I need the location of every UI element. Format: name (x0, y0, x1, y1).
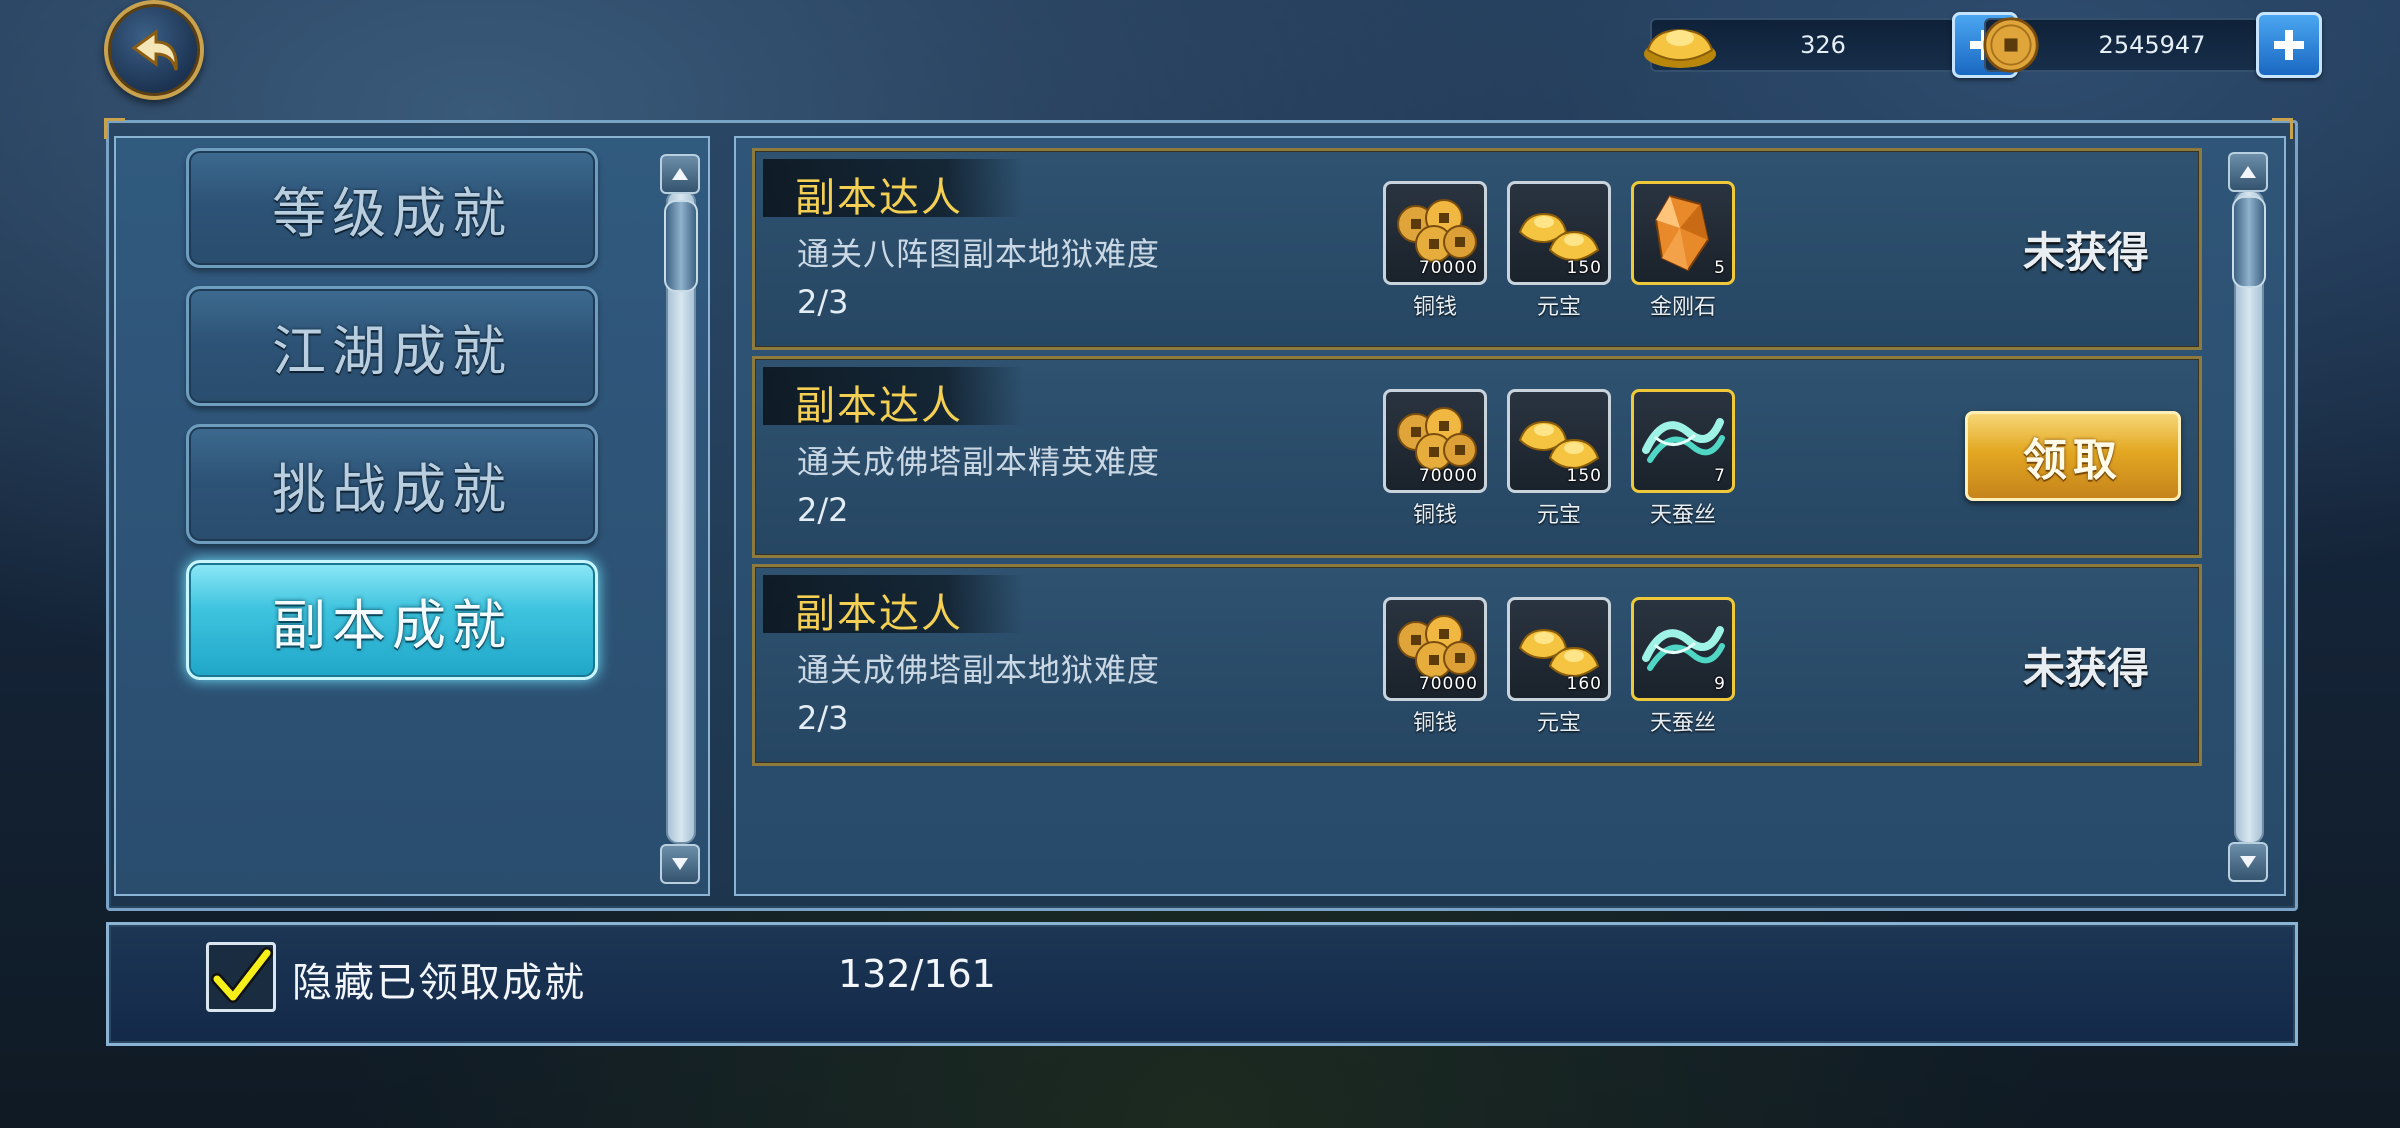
achievement-description: 通关八阵图副本地狱难度 (797, 235, 1161, 273)
reward-quantity: 70000 (1418, 466, 1478, 486)
tab-dungeon-achievements[interactable]: 副本成就 (186, 560, 598, 680)
back-arrow-icon (131, 29, 178, 71)
reward-item[interactable]: 7 天蚕丝 (1631, 389, 1735, 529)
add-coin-button[interactable] (2256, 12, 2322, 78)
list-scrollbar[interactable] (2234, 190, 2264, 844)
reward-quantity: 160 (1566, 674, 1602, 694)
hide-claimed-checkbox[interactable] (206, 942, 276, 1012)
reward-item[interactable]: 9 天蚕丝 (1631, 597, 1735, 737)
arrow-down-icon (2240, 856, 2256, 868)
checkmark-icon (211, 947, 273, 1003)
reward-name: 铜钱 (1412, 711, 1457, 736)
back-button[interactable] (104, 0, 204, 100)
reward-quantity: 70000 (1418, 674, 1478, 694)
reward-name: 元宝 (1536, 295, 1581, 320)
reward-name: 元宝 (1536, 503, 1581, 528)
reward-name: 铜钱 (1412, 295, 1457, 320)
coin-currency: 2545947 (1983, 12, 2322, 78)
reward-quantity: 70000 (1418, 258, 1478, 278)
reward-name: 金刚石 (1649, 295, 1716, 320)
reward-item[interactable]: 70000 铜钱 (1383, 597, 1487, 737)
copper-coin-icon (1983, 17, 2039, 73)
status-not-obtained: 未获得 (2022, 228, 2149, 277)
category-scroll-up-button[interactable] (660, 154, 700, 194)
reward-quantity: 150 (1566, 258, 1602, 278)
reward-item[interactable]: 5 金刚石 (1631, 181, 1735, 321)
achievement-row: 副本达人 通关成佛塔副本地狱难度 2/3 70000 铜钱 160 元宝 9 天… (752, 564, 2202, 766)
reward-name: 铜钱 (1412, 503, 1457, 528)
achievement-progress: 2/3 (797, 283, 849, 321)
tab-jianghu-achievements[interactable]: 江湖成就 (186, 286, 598, 406)
category-scroll-thumb[interactable] (664, 200, 698, 292)
reward-name: 天蚕丝 (1649, 711, 1716, 736)
tab-challenge-achievements[interactable]: 挑战成就 (186, 424, 598, 544)
status-not-obtained: 未获得 (2022, 644, 2149, 693)
claim-button[interactable]: 领取 (1965, 411, 2181, 501)
reward-quantity: 7 (1714, 466, 1726, 486)
reward-name: 天蚕丝 (1649, 503, 1716, 528)
achievement-progress: 2/2 (797, 491, 849, 529)
reward-item[interactable]: 160 元宝 (1507, 597, 1611, 737)
reward-name: 元宝 (1536, 711, 1581, 736)
arrow-up-icon (2240, 166, 2256, 178)
hide-claimed-label[interactable]: 隐藏已领取成就 (292, 950, 586, 1008)
gold-ingot-icon (1644, 28, 1716, 68)
achievement-title: 副本达人 (795, 591, 963, 637)
reward-quantity: 150 (1566, 466, 1602, 486)
tab-level-achievements[interactable]: 等级成就 (186, 148, 598, 268)
list-scroll-thumb[interactable] (2232, 196, 2266, 288)
reward-quantity: 5 (1714, 258, 1726, 278)
reward-quantity: 9 (1714, 674, 1726, 694)
reward-item[interactable]: 150 元宝 (1507, 181, 1611, 321)
arrow-down-icon (672, 858, 688, 870)
list-scroll-down-button[interactable] (2228, 842, 2268, 882)
reward-item[interactable]: 70000 铜钱 (1383, 181, 1487, 321)
ingot-currency: 326 (1644, 12, 2018, 78)
achievement-title: 副本达人 (795, 383, 963, 429)
arrow-up-icon (672, 168, 688, 180)
reward-item[interactable]: 70000 铜钱 (1383, 389, 1487, 529)
achievement-count: 132/161 (838, 952, 996, 996)
achievement-title: 副本达人 (795, 175, 963, 221)
category-scroll-down-button[interactable] (660, 844, 700, 884)
achievement-row: 副本达人 通关八阵图副本地狱难度 2/3 70000 铜钱 150 元宝 5 金… (752, 148, 2202, 350)
achievement-description: 通关成佛塔副本精英难度 (797, 443, 1161, 481)
achievement-description: 通关成佛塔副本地狱难度 (797, 651, 1161, 689)
achievement-row: 副本达人 通关成佛塔副本精英难度 2/2 70000 铜钱 150 元宝 7 天… (752, 356, 2202, 558)
reward-item[interactable]: 150 元宝 (1507, 389, 1611, 529)
achievement-progress: 2/3 (797, 699, 849, 737)
plus-icon (2274, 30, 2304, 60)
list-scroll-up-button[interactable] (2228, 152, 2268, 192)
